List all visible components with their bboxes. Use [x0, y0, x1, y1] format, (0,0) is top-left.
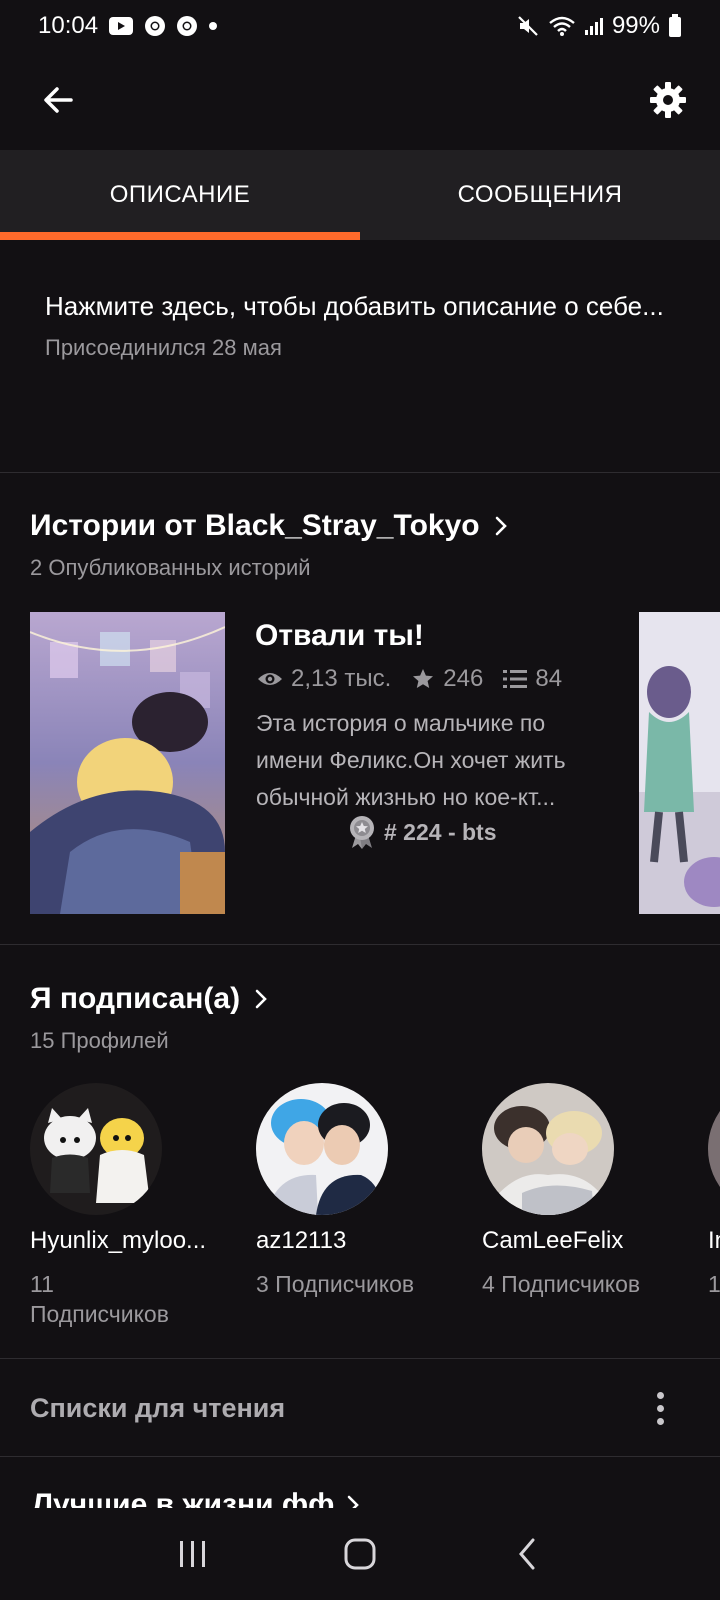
mute-icon [516, 14, 540, 38]
about-section: Нажмите здесь, чтобы добавить описание о… [0, 240, 720, 473]
avatar [482, 1083, 614, 1215]
reads-stat: 2,13 тыс. [257, 665, 391, 693]
add-description-prompt[interactable]: Нажмите здесь, чтобы добавить описание о… [45, 286, 676, 327]
back-icon [518, 1538, 535, 1570]
following-section: Я подписан(а) 15 Профилей Hyunlix_myloo.… [0, 946, 720, 1359]
gear-icon [650, 82, 686, 118]
profile-name: Hyunlix_myloo... [30, 1227, 207, 1254]
chevron-right-icon [255, 989, 267, 1009]
home-button[interactable] [320, 1524, 400, 1584]
story-cover[interactable] [30, 612, 225, 914]
battery-percent: 99% [611, 12, 660, 39]
recents-button[interactable] [153, 1524, 233, 1584]
tab-messages[interactable]: СООБЩЕНИЯ [360, 150, 720, 240]
story-description: Эта история о мальчике по имени Феликс.О… [256, 710, 566, 810]
story-cover-image [639, 612, 720, 914]
following-header: Я подписан(а) 15 Профилей [30, 982, 268, 1054]
status-time: 10:04 [38, 12, 99, 39]
notification-dot-icon [208, 21, 218, 31]
rank-label: # 224 - bts [384, 818, 497, 845]
list-icon [503, 670, 528, 688]
profile-card[interactable]: CamLeeFelix 4 Подписчиков [482, 1083, 682, 1299]
following-title-link[interactable]: Я подписан(а) [30, 982, 268, 1016]
parts-stat: 84 [503, 665, 562, 693]
status-left: 10:04 [38, 12, 218, 40]
votes-count: 246 [443, 665, 484, 692]
reading-lists-header: Списки для чтения [0, 1360, 720, 1457]
tab-label: СООБЩЕНИЯ [457, 181, 623, 208]
story-title[interactable]: Отвали ты! [255, 619, 424, 653]
arrow-left-icon [44, 87, 73, 113]
stories-title-link[interactable]: Истории от Black_Stray_Tokyo [30, 509, 508, 543]
status-bar: 10:04 99% [0, 0, 720, 52]
battery-icon [668, 14, 682, 38]
reading-lists-title: Списки для чтения [30, 1392, 286, 1423]
following-title: Я подписан(а) [30, 982, 241, 1015]
chevron-right-icon [495, 516, 507, 536]
home-icon [344, 1538, 376, 1570]
chrome-icon [144, 15, 166, 37]
following-count: 15 Профилей [30, 1028, 169, 1053]
settings-button[interactable] [644, 76, 692, 124]
stories-title: Истории от Black_Stray_Tokyo [30, 509, 480, 542]
more-options-button[interactable] [649, 1384, 672, 1433]
signal-icon [584, 16, 604, 36]
reads-count: 2,13 тыс. [291, 665, 392, 692]
story-stats: 2,13 тыс. 246 84 [257, 665, 572, 693]
tab-label: ОПИСАНИЕ [109, 181, 251, 208]
eye-icon [258, 673, 282, 685]
profile-followers: 3 Подписчиков [256, 1271, 415, 1297]
profile-card[interactable]: In 1 [708, 1083, 720, 1299]
recents-icon [180, 1541, 206, 1567]
story-rank[interactable]: # 224 - bts [348, 815, 497, 849]
profile-card[interactable]: Hyunlix_myloo... 11 Подписчиков [30, 1083, 230, 1329]
avatar [30, 1083, 162, 1215]
star-icon [413, 669, 434, 688]
profile-name: In [708, 1227, 720, 1254]
app-bar [0, 52, 720, 148]
kebab-dot [657, 1404, 664, 1412]
stories-count: 2 Опубликованных историй [30, 555, 311, 580]
avatar [256, 1083, 388, 1215]
ribbon-badge-icon [350, 816, 374, 849]
avatar [708, 1083, 720, 1215]
votes-stat: 246 [411, 665, 483, 693]
profile-tabs: ОПИСАНИЕ СООБЩЕНИЯ [0, 150, 720, 240]
joined-date: Присоединился 28 мая [45, 335, 282, 360]
profile-followers: 1 [708, 1271, 720, 1297]
youtube-icon [108, 16, 134, 36]
system-nav-bar [0, 1508, 720, 1600]
profile-followers: 4 Подписчиков [482, 1271, 641, 1297]
kebab-dot [657, 1417, 664, 1425]
wifi-icon [548, 15, 576, 37]
story-cover-image [30, 612, 225, 914]
parts-count: 84 [535, 665, 563, 692]
kebab-dot [657, 1391, 664, 1399]
story-cover-next[interactable] [639, 612, 720, 914]
profile-card[interactable]: az12113 3 Подписчиков [256, 1083, 456, 1299]
stories-header: Истории от Black_Stray_Tokyo 2 Опубликов… [30, 509, 508, 581]
tab-description[interactable]: ОПИСАНИЕ [0, 150, 360, 240]
profile-followers: 11 Подписчиков [30, 1271, 169, 1327]
stories-section: Истории от Black_Stray_Tokyo 2 Опубликов… [0, 473, 720, 945]
chrome-icon [176, 15, 198, 37]
back-button[interactable] [34, 76, 82, 124]
status-right: 99% [516, 12, 682, 40]
profile-name: CamLeeFelix [482, 1227, 624, 1254]
back-nav-button[interactable] [487, 1524, 567, 1584]
profile-name: az12113 [256, 1227, 347, 1254]
